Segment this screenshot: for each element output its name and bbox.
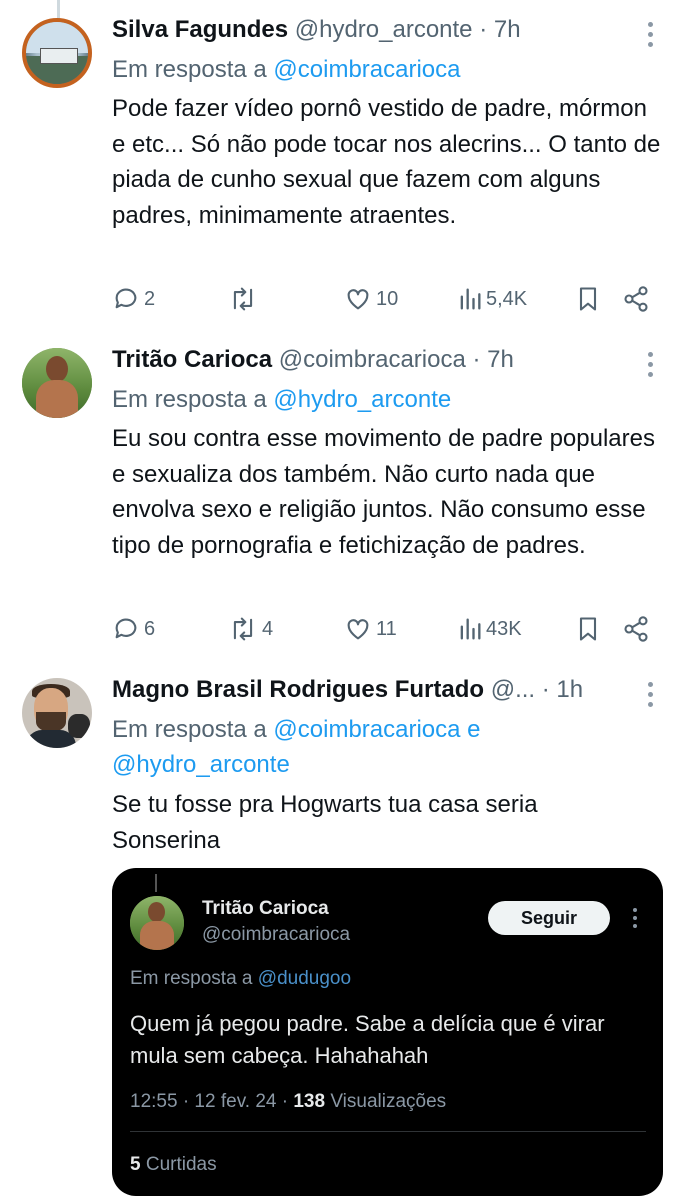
tweet-text: Eu sou contra esse movimento de padre po…: [112, 425, 655, 559]
author-name[interactable]: Silva Fagundes: [112, 16, 288, 43]
follow-button: Seguir: [488, 901, 610, 935]
reply-prefix: Em resposta a: [112, 716, 267, 743]
reply-prefix: Em resposta a: [112, 386, 267, 413]
timestamp: 12:55 · 12 fev. 24 ·: [130, 1091, 289, 1112]
reply-and: e: [467, 716, 481, 743]
thread-line: [155, 874, 157, 892]
tweet-text: Se tu fosse pra Hogwarts tua casa seria …: [112, 787, 662, 858]
repost-button[interactable]: [228, 284, 262, 314]
reply-prefix: Em resposta a: [112, 56, 267, 83]
reply-count: 2: [144, 287, 156, 310]
timestamp[interactable]: · 7h: [473, 346, 514, 373]
reply-icon: [115, 288, 137, 309]
reply-button[interactable]: 6: [112, 614, 155, 644]
bookmark-icon: [579, 287, 597, 311]
repost-button[interactable]: 4: [228, 614, 273, 644]
tweet-1[interactable]: Silva Fagundes @hydro_arconte · 7h Em re…: [0, 0, 684, 330]
author-name: Tritão Carioca: [202, 898, 329, 919]
reply-count: 6: [144, 617, 156, 640]
timestamp[interactable]: · 7h: [479, 16, 520, 43]
views-count: 5,4K: [486, 287, 528, 310]
tweet-text: Pode fazer vídeo pornô vestido de padre,…: [112, 95, 661, 229]
likes-count: 5: [130, 1154, 141, 1175]
author-handle[interactable]: @...: [491, 676, 535, 703]
views-button[interactable]: 43K: [458, 614, 522, 644]
embedded-tweet-image[interactable]: Tritão Carioca @coimbracarioca Seguir Em…: [112, 868, 663, 1196]
more-icon[interactable]: [640, 680, 660, 710]
likes-label: Curtidas: [145, 1154, 217, 1175]
views-label: Visualizações: [330, 1091, 447, 1112]
views-count: 43K: [486, 617, 522, 640]
like-count: 11: [376, 617, 397, 640]
reply-to-link-2[interactable]: @hydro_arconte: [112, 751, 290, 778]
views-count: 138: [293, 1091, 326, 1112]
bookmark-button[interactable]: [576, 614, 600, 644]
repost-icon: [233, 617, 253, 641]
reply-to-link[interactable]: @coimbracarioca: [273, 716, 460, 743]
like-button[interactable]: 11: [344, 614, 397, 644]
views-button[interactable]: 5,4K: [458, 284, 527, 314]
divider: [130, 1131, 646, 1132]
reply-prefix: Em resposta a: [130, 968, 253, 989]
share-icon: [624, 286, 648, 312]
tweet-text-line: Se tu fosse pra Hogwarts tua casa seria: [112, 791, 538, 818]
avatar: [130, 896, 184, 950]
author-handle[interactable]: @coimbracarioca: [279, 346, 466, 373]
author-handle: @coimbracarioca: [202, 924, 351, 945]
author-name[interactable]: Magno Brasil Rodrigues Furtado: [112, 676, 484, 703]
reply-to-link: @dudugoo: [257, 968, 352, 989]
share-button[interactable]: [622, 614, 650, 644]
reply-icon: [115, 618, 137, 639]
like-icon: [347, 619, 369, 640]
timestamp[interactable]: · 1h: [542, 676, 583, 703]
author-name[interactable]: Tritão Carioca: [112, 346, 272, 373]
reply-to-link[interactable]: @hydro_arconte: [273, 386, 451, 413]
tweet-text: Quem já pegou padre. Sabe a delícia que …: [130, 1011, 605, 1068]
repost-count: 4: [262, 617, 274, 640]
bookmark-button[interactable]: [576, 284, 600, 314]
action-bar: 6 4 11 43K: [112, 614, 660, 644]
share-icon: [624, 616, 648, 642]
like-button[interactable]: 10: [344, 284, 398, 314]
views-icon: [460, 618, 481, 640]
reply-button[interactable]: 2: [112, 284, 155, 314]
avatar[interactable]: [22, 678, 92, 748]
avatar[interactable]: [22, 348, 92, 418]
author-handle[interactable]: @hydro_arconte: [295, 16, 473, 43]
avatar[interactable]: [22, 18, 92, 88]
more-icon[interactable]: [640, 350, 660, 380]
more-icon[interactable]: [640, 20, 660, 50]
tweet-2[interactable]: Tritão Carioca @coimbracarioca · 7h Em r…: [0, 330, 684, 660]
more-icon: [630, 906, 640, 930]
tweet-text-line: Sonserina: [112, 826, 221, 854]
views-icon: [460, 288, 481, 310]
like-icon: [347, 289, 369, 310]
reply-to-link[interactable]: @coimbracarioca: [273, 56, 460, 83]
like-count: 10: [376, 287, 399, 310]
repost-icon: [233, 287, 253, 311]
share-button[interactable]: [622, 284, 650, 314]
bookmark-icon: [579, 617, 597, 641]
action-bar: 2 10 5,4K: [112, 284, 660, 314]
